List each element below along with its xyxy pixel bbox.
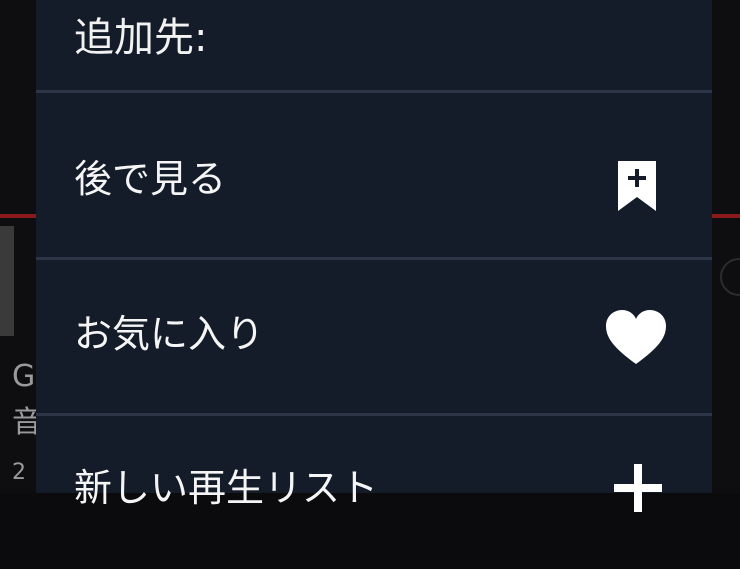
menu-header: 追加先: [36,0,712,90]
background-text: 2 [12,460,26,485]
menu-item-label: お気に入り [74,312,265,356]
add-to-menu: 追加先: 後で見る お気に入り 新しい再生リスト [36,0,712,512]
menu-title: 追加先: [74,15,208,61]
background-page-left: G 音 2 [0,0,42,493]
background-thumbnail [0,226,14,336]
background-circle-icon [720,258,740,296]
background-progress-bar [0,214,36,218]
menu-item-label: 新しい再生リスト [74,466,379,510]
plus-icon [612,462,664,518]
heart-icon [604,308,668,370]
background-progress-bar [712,214,740,218]
menu-item-label: 後で見る [74,157,227,201]
background-text: G [12,359,36,394]
background-page-right [712,0,740,493]
menu-item-watch-later[interactable]: 後で見る [36,93,712,246]
menu-item-favorites[interactable]: お気に入り [36,260,712,413]
bookmark-plus-icon [616,159,658,217]
